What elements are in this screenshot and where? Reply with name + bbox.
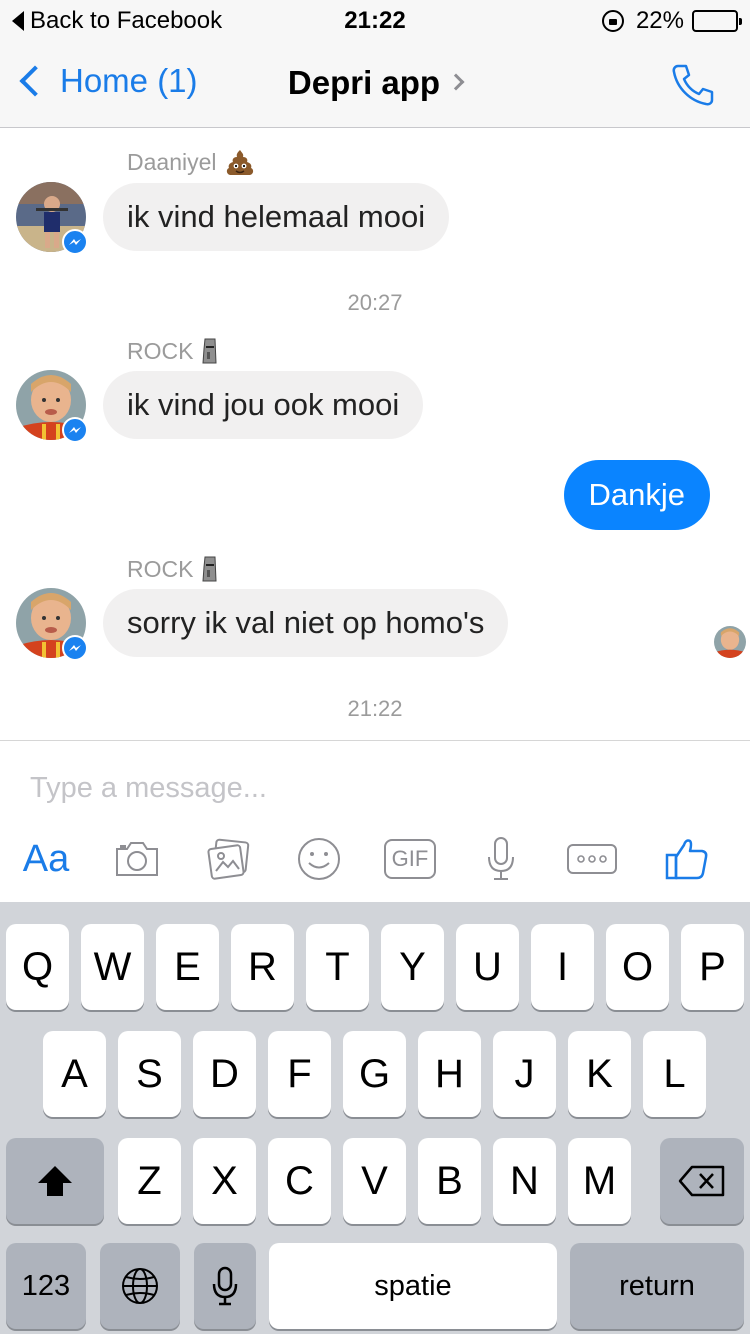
sender-name-text: ROCK [127, 555, 194, 582]
sender-name: Daaniyel [127, 148, 255, 176]
message-timestamp: 20:27 [347, 290, 403, 315]
key-e[interactable]: E [156, 924, 219, 1010]
message-bubble[interactable]: sorry ik val niet op homo's [103, 589, 509, 657]
battery-percent: 22% [635, 7, 684, 34]
key-i[interactable]: I [531, 924, 594, 1010]
rotation-lock-icon [601, 10, 624, 32]
phone-icon[interactable] [670, 62, 716, 108]
chevron-right-icon [447, 73, 465, 91]
key-f[interactable]: F [268, 1031, 331, 1117]
key-b[interactable]: B [418, 1138, 481, 1224]
gif-icon[interactable]: GIF [382, 829, 438, 889]
message-input[interactable] [30, 763, 710, 813]
thumbs-up-icon[interactable] [660, 829, 714, 889]
messenger-badge-icon [62, 635, 88, 661]
message-bubble[interactable]: ik vind jou ook mooi [103, 371, 424, 439]
key-w[interactable]: W [81, 924, 144, 1010]
key-s[interactable]: S [118, 1031, 181, 1117]
key-z[interactable]: Z [118, 1138, 181, 1224]
key-a[interactable]: A [43, 1031, 106, 1117]
key-j[interactable]: J [493, 1031, 556, 1117]
poop-emoji-icon [226, 150, 253, 175]
sender-name-text: ROCK [127, 337, 194, 364]
emoji-icon[interactable] [294, 829, 344, 889]
key-o[interactable]: O [606, 924, 669, 1010]
status-right: 22% [601, 7, 742, 35]
key-l[interactable]: L [643, 1031, 706, 1117]
key-r[interactable]: R [231, 924, 294, 1010]
composer: Aa GIF [0, 740, 750, 902]
gif-icon-label: GIF [384, 839, 436, 879]
moai-emoji-icon [202, 338, 217, 364]
return-key[interactable]: return [570, 1243, 744, 1329]
key-k[interactable]: K [568, 1031, 631, 1117]
messenger-badge-icon [62, 229, 88, 255]
key-t[interactable]: T [306, 924, 369, 1010]
more-icon[interactable] [564, 829, 620, 889]
status-bar: Back to Facebook 21:22 22% [0, 0, 750, 40]
shift-key[interactable] [6, 1138, 104, 1224]
composer-toolbar: Aa GIF [0, 829, 750, 889]
nav-bar: Home (1) Depri app [0, 40, 750, 128]
gallery-icon[interactable] [202, 829, 256, 889]
key-x[interactable]: X [193, 1138, 256, 1224]
key-u[interactable]: U [456, 924, 519, 1010]
moai-emoji-icon [202, 556, 217, 582]
conversation-title[interactable]: Depri app [0, 64, 750, 102]
messenger-badge-icon [62, 417, 88, 443]
text-format-icon[interactable]: Aa [16, 829, 76, 889]
key-v[interactable]: V [343, 1138, 406, 1224]
numbers-key[interactable]: 123 [6, 1243, 86, 1329]
conversation[interactable]: Daaniyel ik vind helemaal mooi 20:27 ROC… [0, 128, 750, 740]
globe-key[interactable] [100, 1243, 180, 1329]
key-n[interactable]: N [493, 1138, 556, 1224]
keyboard: QWERTYUIOP ASDFGHJKL ZXCVBNM 123 spatie … [0, 902, 750, 1334]
space-key[interactable]: spatie [269, 1243, 557, 1329]
key-q[interactable]: Q [6, 924, 69, 1010]
microphone-icon[interactable] [476, 829, 526, 889]
dictation-key[interactable] [194, 1243, 256, 1329]
key-d[interactable]: D [193, 1031, 256, 1117]
key-g[interactable]: G [343, 1031, 406, 1117]
camera-icon[interactable] [110, 829, 164, 889]
key-h[interactable]: H [418, 1031, 481, 1117]
sender-name: ROCK [127, 337, 219, 365]
conversation-title-label: Depri app [287, 64, 441, 101]
key-m[interactable]: M [568, 1138, 631, 1224]
message-timestamp: 21:22 [347, 696, 403, 721]
message-bubble[interactable]: ik vind helemaal mooi [103, 183, 450, 251]
key-c[interactable]: C [268, 1138, 331, 1224]
battery-icon [692, 10, 742, 32]
backspace-key[interactable] [660, 1138, 744, 1224]
key-p[interactable]: P [681, 924, 744, 1010]
key-y[interactable]: Y [381, 924, 444, 1010]
sender-name-text: Daaniyel [127, 148, 217, 175]
sender-name: ROCK [127, 555, 219, 583]
seen-avatar [714, 626, 746, 658]
outgoing-message-bubble[interactable]: Dankje [563, 460, 710, 530]
